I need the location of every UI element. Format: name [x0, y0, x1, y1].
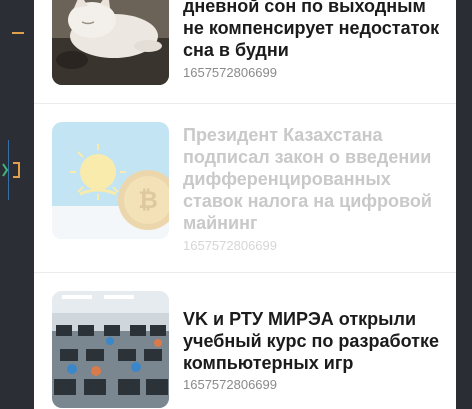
news-thumbnail[interactable]: ₿ — [52, 122, 169, 239]
svg-text:₿: ₿ — [138, 187, 158, 214]
screen: дневной сон по выходным не компенсирует … — [0, 0, 472, 409]
news-feed-panel: дневной сон по выходным не компенсирует … — [34, 0, 456, 409]
news-item[interactable]: ₿ Президент Казахстана подписал закон о … — [34, 122, 456, 254]
news-timestamp: 1657572806699 — [183, 65, 277, 80]
code-editor-gutter — [0, 0, 34, 409]
news-thumbnail[interactable] — [52, 291, 169, 408]
window-edge — [456, 0, 472, 409]
divider — [34, 272, 456, 273]
news-thumbnail[interactable] — [52, 0, 169, 85]
news-title[interactable]: VK и РТУ МИРЭА открыли учебный курс по р… — [183, 308, 445, 374]
editor-fold-marker — [12, 32, 24, 34]
news-item[interactable]: VK и РТУ МИРЭА открыли учебный курс по р… — [34, 291, 456, 409]
news-title[interactable]: Президент Казахстана подписал закон о вв… — [183, 124, 445, 234]
code-bracket-icon — [1, 158, 25, 182]
news-timestamp: 1657572806699 — [183, 377, 277, 392]
news-title[interactable]: дневной сон по выходным не компенсирует … — [183, 0, 445, 61]
divider — [34, 103, 456, 104]
news-timestamp: 1657572806699 — [183, 238, 277, 253]
news-item[interactable]: дневной сон по выходным не компенсирует … — [34, 0, 456, 104]
